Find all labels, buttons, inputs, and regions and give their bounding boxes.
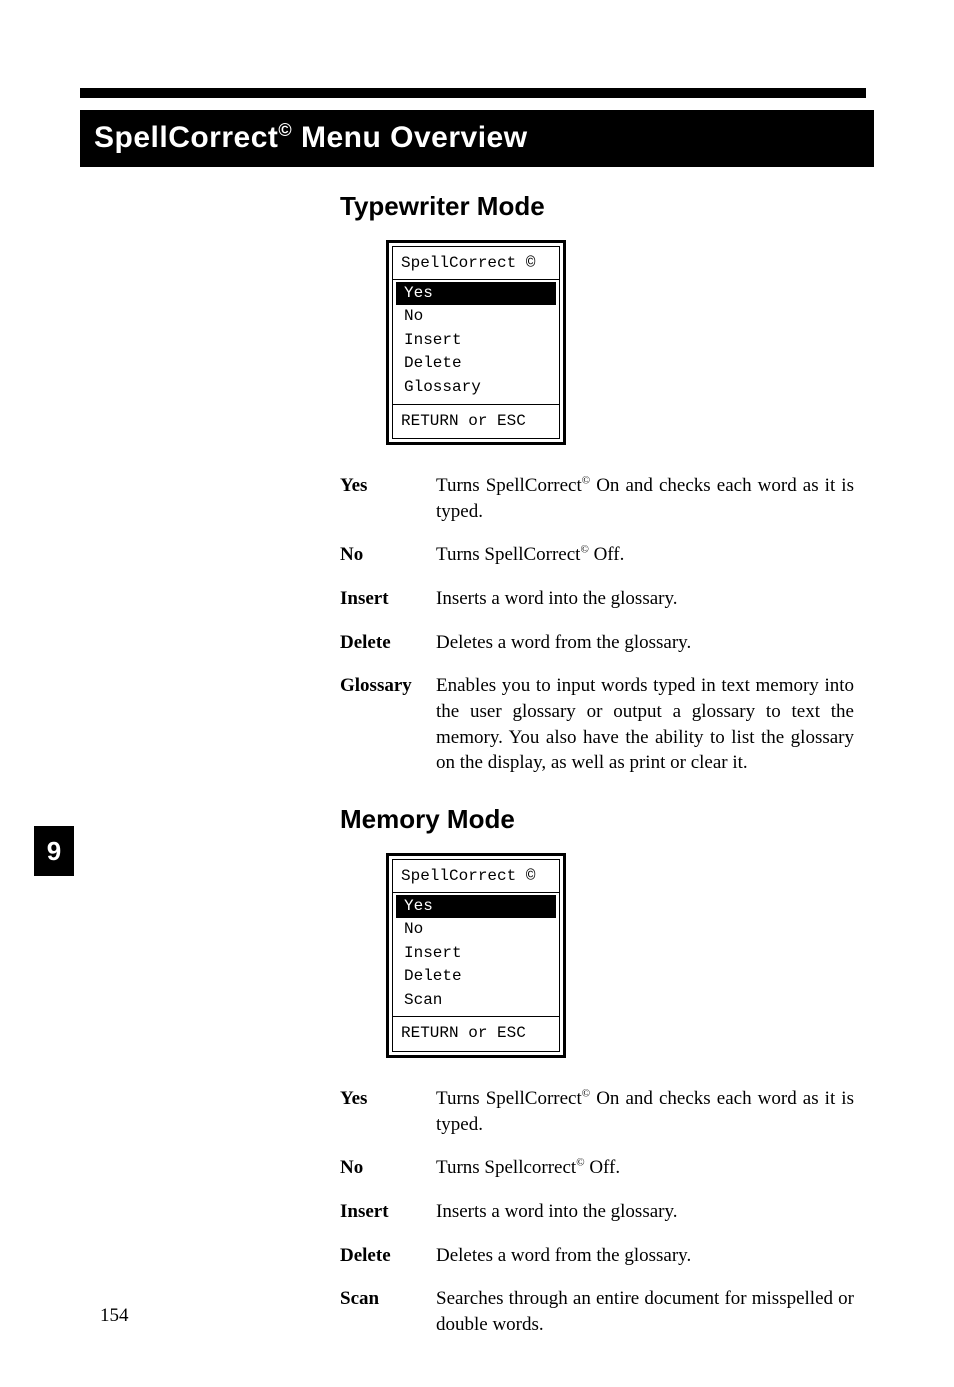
def-term: Insert xyxy=(340,586,436,612)
menu-item-yes[interactable]: Yes xyxy=(396,282,556,306)
def-desc-pre: Deletes a word from the glossary. xyxy=(436,632,691,653)
def-desc: Turns SpellCorrect© On and checks each w… xyxy=(436,473,854,524)
menu-item-yes[interactable]: Yes xyxy=(396,895,556,919)
def-desc-sup: © xyxy=(582,475,590,487)
def-desc-pre: Turns SpellCorrect xyxy=(436,475,582,496)
def-desc-pre: Enables you to input words typed in text… xyxy=(436,675,854,773)
menu-item-no[interactable]: No xyxy=(396,305,556,329)
def-desc-post: Off. xyxy=(585,1157,621,1178)
def-desc-sup: © xyxy=(582,1088,590,1100)
def-desc: Turns SpellCorrect© On and checks each w… xyxy=(436,1086,854,1137)
section-memory: Memory Mode SpellCorrect © Yes No Insert… xyxy=(340,804,854,1338)
section-heading-memory: Memory Mode xyxy=(340,804,854,835)
page-title-bar: SpellCorrect© Menu Overview xyxy=(80,110,874,167)
def-row: Yes Turns SpellCorrect© On and checks ea… xyxy=(340,473,854,524)
definitions-memory: Yes Turns SpellCorrect© On and checks ea… xyxy=(340,1086,854,1337)
def-row: Insert Inserts a word into the glossary. xyxy=(340,1199,854,1225)
def-row: Glossary Enables you to input words type… xyxy=(340,673,854,776)
def-desc-pre: Searches through an entire document for … xyxy=(436,1288,854,1335)
page: SpellCorrect© Menu Overview Typewriter M… xyxy=(0,0,954,1387)
chapter-tab: 9 xyxy=(34,826,74,876)
menu-footer: RETURN or ESC xyxy=(393,404,559,439)
def-row: No Turns Spellcorrect© Off. xyxy=(340,1155,854,1181)
title-sup: © xyxy=(278,120,292,140)
top-rule xyxy=(80,88,866,98)
def-desc: Enables you to input words typed in text… xyxy=(436,673,854,776)
menu-title: SpellCorrect © xyxy=(393,247,559,280)
def-desc: Deletes a word from the glossary. xyxy=(436,630,854,656)
def-desc: Inserts a word into the glossary. xyxy=(436,1199,854,1225)
def-row: Yes Turns SpellCorrect© On and checks ea… xyxy=(340,1086,854,1137)
title-rest: Menu Overview xyxy=(292,121,527,154)
definitions-typewriter: Yes Turns SpellCorrect© On and checks ea… xyxy=(340,473,854,776)
def-row: No Turns SpellCorrect© Off. xyxy=(340,542,854,568)
menu-item-insert[interactable]: Insert xyxy=(396,942,556,966)
menu-item-no[interactable]: No xyxy=(396,918,556,942)
menu-box-typewriter: SpellCorrect © Yes No Insert Delete Glos… xyxy=(386,240,566,445)
def-row: Scan Searches through an entire document… xyxy=(340,1286,854,1337)
def-row: Delete Deletes a word from the glossary. xyxy=(340,1243,854,1269)
def-term: Delete xyxy=(340,630,436,656)
def-desc-sup: © xyxy=(580,544,588,556)
menu-item-scan[interactable]: Scan xyxy=(396,989,556,1013)
def-desc-pre: Deletes a word from the glossary. xyxy=(436,1245,691,1266)
menu-items: Yes No Insert Delete Glossary xyxy=(393,280,559,404)
def-desc: Turns Spellcorrect© Off. xyxy=(436,1155,854,1181)
menu-items: Yes No Insert Delete Scan xyxy=(393,893,559,1017)
def-desc-pre: Turns Spellcorrect xyxy=(436,1157,576,1178)
def-term: Yes xyxy=(340,473,436,499)
menu-item-glossary[interactable]: Glossary xyxy=(396,376,556,400)
content-area: Typewriter Mode SpellCorrect © Yes No In… xyxy=(340,191,854,1338)
def-term: No xyxy=(340,542,436,568)
page-number: 154 xyxy=(100,1305,129,1327)
def-row: Delete Deletes a word from the glossary. xyxy=(340,630,854,656)
menu-footer: RETURN or ESC xyxy=(393,1016,559,1051)
def-term: Scan xyxy=(340,1286,436,1312)
menu-item-insert[interactable]: Insert xyxy=(396,329,556,353)
def-desc-sup: © xyxy=(576,1157,584,1169)
menu-inner: SpellCorrect © Yes No Insert Delete Glos… xyxy=(392,246,560,439)
menu-item-delete[interactable]: Delete xyxy=(396,352,556,376)
def-term: Yes xyxy=(340,1086,436,1112)
section-heading-typewriter: Typewriter Mode xyxy=(340,191,854,222)
def-desc-pre: Inserts a word into the glossary. xyxy=(436,1201,678,1222)
def-term: Delete xyxy=(340,1243,436,1269)
def-desc: Turns SpellCorrect© Off. xyxy=(436,542,854,568)
def-term: Glossary xyxy=(340,673,436,699)
def-desc: Searches through an entire document for … xyxy=(436,1286,854,1337)
def-desc-pre: Turns SpellCorrect xyxy=(436,544,580,565)
menu-title: SpellCorrect © xyxy=(393,860,559,893)
def-term: Insert xyxy=(340,1199,436,1225)
def-desc-pre: Inserts a word into the glossary. xyxy=(436,588,678,609)
def-desc-post: Off. xyxy=(589,544,625,565)
menu-inner: SpellCorrect © Yes No Insert Delete Scan… xyxy=(392,859,560,1052)
def-desc: Inserts a word into the glossary. xyxy=(436,586,854,612)
def-term: No xyxy=(340,1155,436,1181)
def-row: Insert Inserts a word into the glossary. xyxy=(340,586,854,612)
menu-box-memory: SpellCorrect © Yes No Insert Delete Scan… xyxy=(386,853,566,1058)
title-main: SpellCorrect xyxy=(94,121,278,154)
menu-item-delete[interactable]: Delete xyxy=(396,965,556,989)
def-desc-pre: Turns SpellCorrect xyxy=(436,1088,582,1109)
def-desc: Deletes a word from the glossary. xyxy=(436,1243,854,1269)
